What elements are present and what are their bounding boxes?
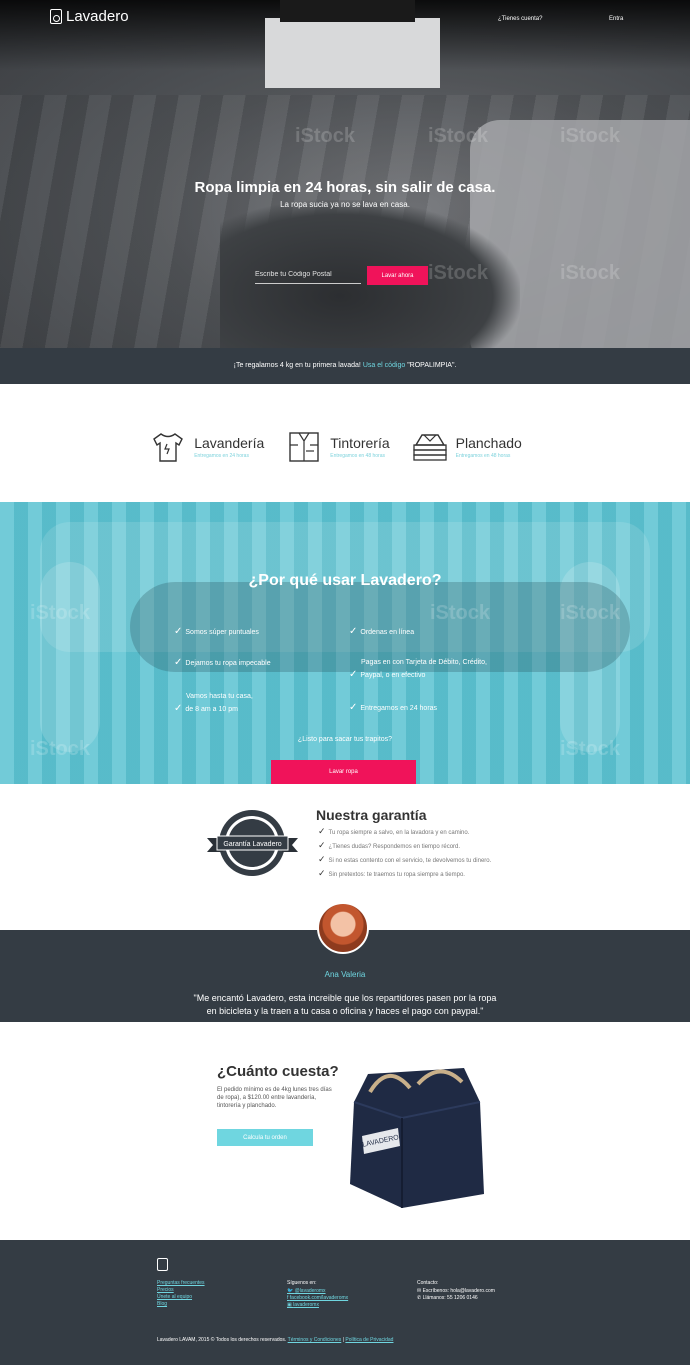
service-subtitle: Entregamos en 48 horas bbox=[330, 453, 386, 459]
watermark: iStock bbox=[428, 125, 489, 147]
badge-text: Garantía Lavadero bbox=[223, 841, 281, 848]
privacy-link[interactable]: Política de Privacidad bbox=[345, 1337, 393, 1343]
facebook-link[interactable]: f facebook.com/lavaderomx bbox=[287, 1295, 348, 1302]
washing-machine-icon bbox=[50, 9, 62, 24]
avatar bbox=[317, 902, 369, 954]
hero-title: Ropa limpia en 24 horas, sin salir de ca… bbox=[194, 179, 496, 196]
watermark: iStock bbox=[560, 125, 621, 147]
feature-item: Vamos hasta tu casa, ✓ de 8 am a 10 pm bbox=[174, 693, 253, 714]
pricing-title: ¿Cuánto cuesta? bbox=[217, 1063, 339, 1080]
why-title: ¿Por qué usar Lavadero? bbox=[248, 572, 442, 589]
service-laundry[interactable]: Lavandería Entregamos en 24 horas bbox=[148, 427, 264, 467]
footer-contact: Contacto: ✉ Escríbenos: hola@lavadero.co… bbox=[417, 1280, 495, 1302]
promo-text: ¡Te regalamos 4 kg en tu primera lavada! bbox=[233, 362, 361, 369]
testimonial-quote: "Me encantó Lavadero, esta increible que… bbox=[193, 993, 497, 1016]
account-link[interactable]: ¿Tienes cuenta? bbox=[498, 16, 542, 22]
tshirt-icon bbox=[153, 433, 184, 462]
promo-code: "ROPALIMPIA". bbox=[407, 362, 457, 369]
pricing-section: ¿Cuánto cuesta? El pedido mínimo es de 4… bbox=[0, 1022, 690, 1240]
brand-name: Lavadero bbox=[66, 8, 129, 25]
feature-item: ✓ Somos súper puntuales bbox=[174, 626, 259, 637]
guarantee-item: ✓ Si no estas contento con el servicio, t… bbox=[318, 854, 492, 864]
feature-item: ✓ Entregamos en 24 horas bbox=[349, 702, 438, 713]
watermark: iStock bbox=[560, 262, 621, 284]
folded-clothes-icon bbox=[412, 434, 447, 461]
check-icon: ✓ bbox=[174, 657, 183, 668]
check-icon: ✓ bbox=[174, 626, 183, 637]
check-icon: ✓ bbox=[174, 703, 183, 714]
copyright: Lavadero LAVAM, 2015 © Todos los derecho… bbox=[157, 1337, 394, 1343]
contact-heading: Contacto: bbox=[417, 1280, 439, 1286]
twitter-link[interactable]: 🐦 @lavaderomx bbox=[287, 1288, 348, 1295]
footer-social: Síguenos en: 🐦 @lavaderomx f facebook.co… bbox=[287, 1280, 348, 1309]
service-ironing[interactable]: Planchado Entregamos en 48 horas bbox=[410, 427, 522, 467]
terms-link[interactable]: Términos y Condiciones bbox=[288, 1337, 342, 1343]
promo-banner: ¡Te regalamos 4 kg en tu primera lavada!… bbox=[0, 348, 690, 384]
zip-code-input[interactable] bbox=[255, 266, 361, 284]
feature-item: Pagas en con Tarjeta de Débito, Crédito,… bbox=[349, 659, 487, 680]
service-subtitle: Entregamos en 48 horas bbox=[455, 453, 511, 459]
washing-machine-icon bbox=[157, 1258, 168, 1271]
twitter-icon: 🐦 bbox=[287, 1288, 295, 1294]
feature-item: ✓ Dejamos tu ropa impecable bbox=[174, 657, 271, 668]
why-section: iStock iStock iStock iStock iStock ¿Por … bbox=[0, 502, 690, 784]
wash-clothes-button[interactable]: Lavar ropa bbox=[271, 760, 416, 784]
join-team-link[interactable]: Únete al equipo bbox=[157, 1294, 205, 1301]
instagram-link[interactable]: ▣ lavaderomx bbox=[287, 1302, 348, 1309]
check-icon: ✓ bbox=[318, 826, 326, 836]
blog-link[interactable]: Blog bbox=[157, 1301, 205, 1308]
watermark: iStock bbox=[30, 602, 91, 624]
promo-code-link[interactable]: Usa el código bbox=[363, 362, 405, 369]
footer-links: Preguntas frecuentes Precios Únete al eq… bbox=[157, 1280, 205, 1308]
why-background-sofa-arm-left bbox=[40, 562, 100, 752]
why-question: ¿Listo para sacar tus trapitos? bbox=[297, 736, 393, 743]
guarantee-item: ✓ Tu ropa siempre a salvo, en la lavadora… bbox=[318, 826, 470, 836]
guarantee-item: ✓ ¿Tienes dudas? Respondemos en tiempo ré… bbox=[318, 840, 461, 850]
pricing-text: El pedido mínimo es de 4kg lunes tres dí… bbox=[217, 1087, 332, 1109]
contact-email: ✉ Escríbenos: hola@lavadero.com bbox=[417, 1288, 495, 1294]
brand-logo[interactable]: Lavadero bbox=[50, 8, 129, 25]
service-name: Tintorería bbox=[330, 435, 390, 451]
testimonial-name: Ana Valeria bbox=[324, 970, 366, 979]
check-icon: ✓ bbox=[349, 626, 358, 637]
laundry-bag-image: LAVADERO bbox=[350, 1068, 484, 1208]
top-navbar: Lavadero ¿Tienes cuenta? Entra bbox=[0, 0, 690, 36]
wash-now-button[interactable]: Lavar ahora bbox=[367, 266, 428, 285]
watermark: iStock bbox=[295, 125, 356, 147]
faq-link[interactable]: Preguntas frecuentes bbox=[157, 1280, 205, 1287]
pricing-link[interactable]: Precios bbox=[157, 1287, 205, 1294]
guarantee-item: ✓ Sin pretextos: te traemos tu ropa siemp… bbox=[318, 868, 465, 878]
service-name: Lavandería bbox=[194, 435, 265, 451]
hero-subtitle: La ropa sucia ya no se lava en casa. bbox=[280, 200, 410, 209]
shirt-icon bbox=[289, 432, 319, 462]
check-icon: ✓ bbox=[318, 840, 326, 850]
service-name: Planchado bbox=[455, 435, 522, 451]
feature-item: ✓ Ordenas en línea bbox=[349, 626, 415, 637]
service-dry-cleaning[interactable]: Tintorería Entregamos en 48 horas bbox=[284, 427, 390, 467]
guarantee-badge: Garantía Lavadero bbox=[207, 810, 298, 876]
guarantee-title: Nuestra garantía bbox=[316, 807, 427, 823]
calculate-order-button[interactable]: Calcula tu orden bbox=[217, 1129, 313, 1146]
hero-section: iStock iStock iStock iStock iStock Lavad… bbox=[0, 0, 690, 348]
check-icon: ✓ bbox=[318, 868, 326, 878]
follow-heading: Síguenos en: bbox=[287, 1280, 317, 1286]
service-subtitle: Entregamos en 24 horas bbox=[194, 453, 249, 459]
login-link[interactable]: Entra bbox=[609, 16, 623, 22]
watermark: iStock bbox=[430, 602, 491, 624]
footer: Preguntas frecuentes Precios Únete al eq… bbox=[0, 1240, 690, 1365]
contact-phone: ✆ Llámanos: 55 1206 0146 bbox=[417, 1295, 478, 1301]
watermark: iStock bbox=[560, 602, 621, 624]
check-icon: ✓ bbox=[318, 854, 326, 864]
check-icon: ✓ bbox=[349, 702, 358, 713]
watermark: iStock bbox=[428, 262, 489, 284]
services-section: Lavandería Entregamos en 24 horas Tintor… bbox=[0, 384, 690, 502]
check-icon: ✓ bbox=[349, 669, 358, 680]
testimonial-section: Ana Valeria "Me encantó Lavadero, esta i… bbox=[0, 902, 690, 1022]
